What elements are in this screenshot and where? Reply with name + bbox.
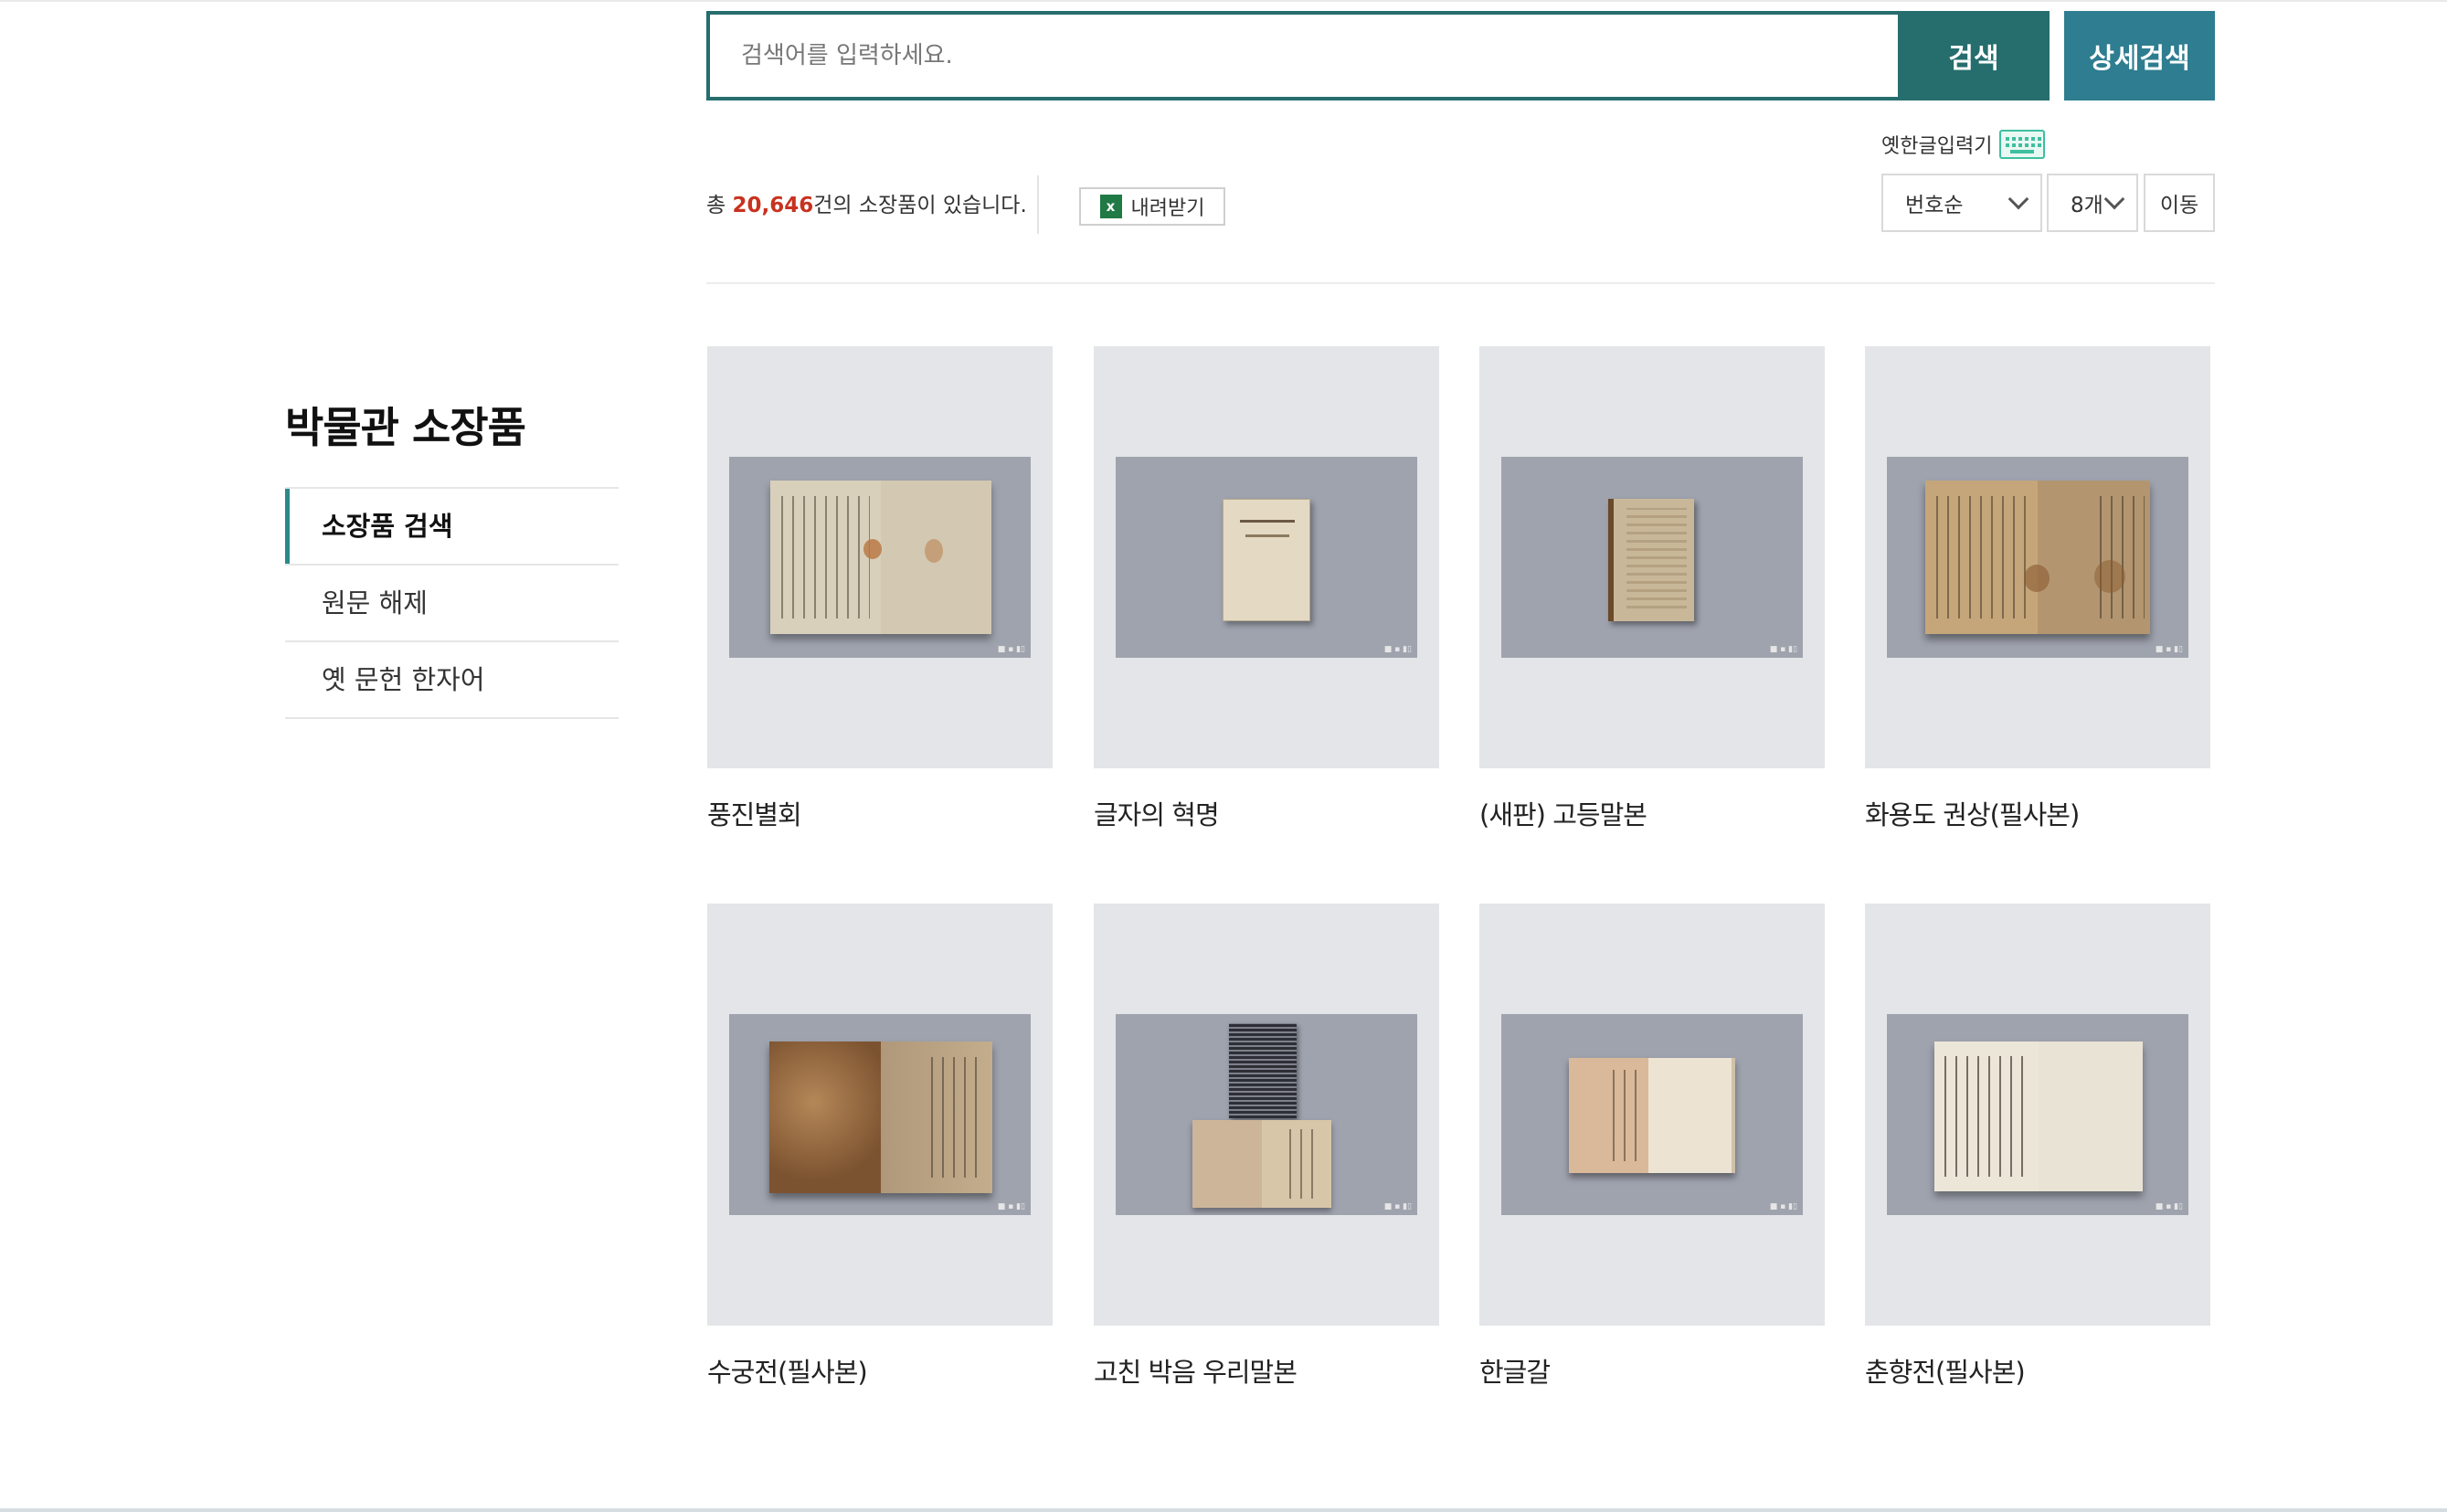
chevron-down-icon	[2103, 188, 2125, 210]
item-thumbnail-image: ■ ▪ ▮▯	[729, 1014, 1031, 1215]
item-thumbnail-image: ■ ▪ ▮▯	[729, 457, 1031, 658]
go-button[interactable]: 이동	[2144, 174, 2215, 232]
toolbar-divider	[1037, 175, 1039, 234]
toolbar-bottom-divider	[706, 282, 2215, 284]
old-hangul-keyboard-label: 옛한글입력기	[1881, 135, 1993, 158]
collection-item[interactable]: ■ ▪ ▮▯ 춘향전(필사본)	[1865, 904, 2210, 1390]
sort-select[interactable]: 번호순	[1881, 174, 2042, 232]
item-thumbnail-frame: ■ ▪ ▮▯	[1094, 904, 1439, 1326]
collection-item[interactable]: ■ ▪ ▮▯ 화용도 권상(필사본)	[1865, 346, 2210, 832]
collection-item[interactable]: ■ ▪ ▮▯ 한글갈	[1479, 904, 1825, 1390]
sort-select-value: 번호순	[1905, 194, 1964, 217]
item-thumbnail-image: ■ ▪ ▮▯	[1116, 1014, 1417, 1215]
sidebar-item-collection-search[interactable]: 소장품 검색	[285, 489, 619, 566]
item-thumbnail-image: ■ ▪ ▮▯	[1116, 457, 1417, 658]
item-thumbnail-frame: ■ ▪ ▮▯	[1479, 346, 1825, 768]
collection-item[interactable]: ■ ▪ ▮▯ 고친 박음 우리말본	[1094, 904, 1439, 1390]
item-thumbnail-image: ■ ▪ ▮▯	[1501, 457, 1803, 658]
item-title: 고친 박음 우리말본	[1094, 1357, 1298, 1388]
item-thumbnail-image: ■ ▪ ▮▯	[1887, 457, 2188, 658]
item-title: (새판) 고등말본	[1479, 799, 1647, 830]
search-button[interactable]: 검색	[1898, 11, 2050, 100]
per-page-select-value: 8개	[2071, 194, 2103, 217]
item-thumbnail-frame: ■ ▪ ▮▯	[1865, 904, 2210, 1326]
download-button[interactable]: x 내려받기	[1079, 187, 1225, 226]
download-label: 내려받기	[1130, 197, 1205, 220]
item-thumbnail-frame: ■ ▪ ▮▯	[1479, 904, 1825, 1326]
sidebar-item-old-hanja[interactable]: 옛 문헌 한자어	[285, 642, 619, 719]
item-thumbnail-frame: ■ ▪ ▮▯	[707, 904, 1053, 1326]
excel-icon: x	[1099, 195, 1122, 218]
sidebar-menu: 소장품 검색 원문 해제 옛 문헌 한자어	[285, 487, 619, 719]
sidebar-item-original-text[interactable]: 원문 해제	[285, 566, 619, 642]
item-title: 춘향전(필사본)	[1865, 1357, 2026, 1388]
old-hangul-keyboard-link[interactable]: 옛한글입력기	[1881, 128, 2046, 161]
item-thumbnail-image: ■ ▪ ▮▯	[1501, 1014, 1803, 1215]
collection-item[interactable]: ■ ▪ ▮▯ 풍진별회	[707, 346, 1053, 832]
item-title: 화용도 권상(필사본)	[1865, 799, 2080, 830]
chevron-down-icon	[2007, 188, 2029, 210]
item-title: 글자의 혁명	[1094, 799, 1220, 830]
result-count-prefix: 총	[706, 194, 733, 217]
item-title: 한글갈	[1479, 1357, 1551, 1388]
result-count-number: 20,646	[732, 194, 814, 217]
per-page-select[interactable]: 8개	[2047, 174, 2138, 232]
top-divider	[0, 0, 2447, 2]
item-title: 풍진별회	[707, 799, 802, 830]
advanced-search-button[interactable]: 상세검색	[2064, 11, 2215, 100]
result-count-suffix: 건의 소장품이 있습니다.	[813, 194, 1027, 217]
search-bar: 검색	[706, 11, 2050, 100]
result-count-text: 총 20,646건의 소장품이 있습니다.	[706, 187, 1027, 218]
footer-divider	[0, 1508, 2447, 1512]
search-input[interactable]	[710, 15, 1894, 97]
collection-item[interactable]: ■ ▪ ▮▯ 수궁전(필사본)	[707, 904, 1053, 1390]
item-thumbnail-frame: ■ ▪ ▮▯	[707, 346, 1053, 768]
item-thumbnail-frame: ■ ▪ ▮▯	[1094, 346, 1439, 768]
keyboard-icon	[1999, 130, 2046, 159]
item-title: 수궁전(필사본)	[707, 1357, 868, 1388]
item-thumbnail-image: ■ ▪ ▮▯	[1887, 1014, 2188, 1215]
collection-item[interactable]: ■ ▪ ▮▯ (새판) 고등말본	[1479, 346, 1825, 832]
sidebar-title: 박물관 소장품	[285, 403, 526, 452]
item-thumbnail-frame: ■ ▪ ▮▯	[1865, 346, 2210, 768]
collection-item[interactable]: ■ ▪ ▮▯ 글자의 혁명	[1094, 346, 1439, 832]
